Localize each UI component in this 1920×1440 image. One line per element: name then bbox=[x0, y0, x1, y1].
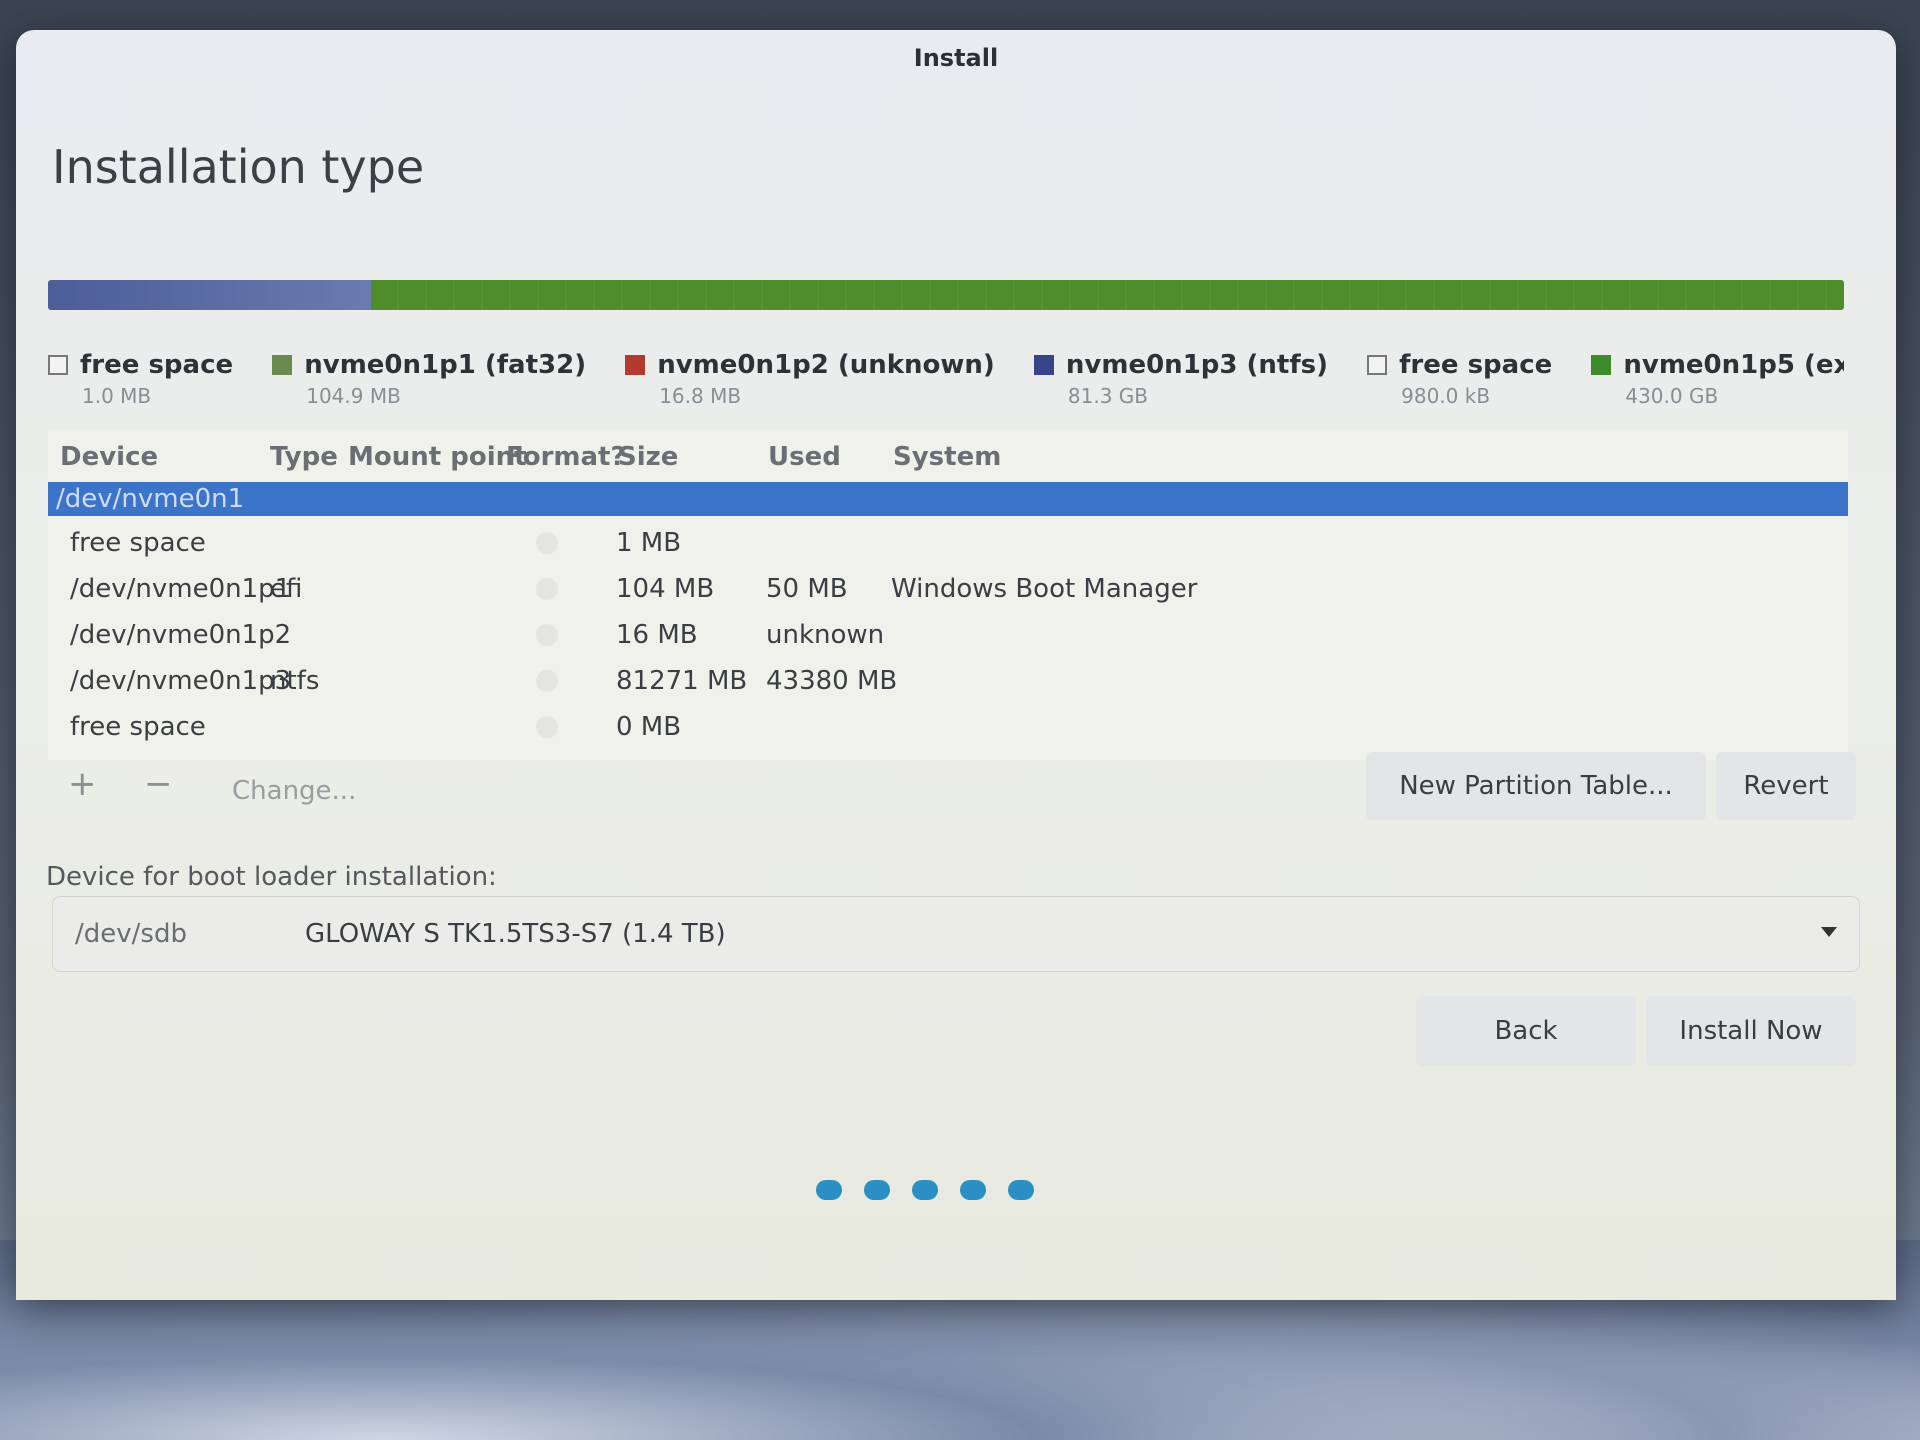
boot-loader-device-select[interactable]: /dev/sdb GLOWAY S TK1.5TS3-S7 (1.4 TB) bbox=[52, 896, 1860, 972]
new-partition-table-button[interactable]: New Partition Table... bbox=[1366, 752, 1706, 820]
table-header: Device Type Mount point Format? Size Use… bbox=[48, 430, 1848, 480]
disk-bar-segment-nvme0n1p5 bbox=[371, 280, 1844, 310]
disk-usage-bar bbox=[48, 280, 1844, 310]
swatch-icon bbox=[272, 355, 293, 375]
install-now-button[interactable]: Install Now bbox=[1646, 996, 1856, 1066]
format-checkbox[interactable] bbox=[536, 532, 558, 554]
table-row[interactable]: /dev/nvme0n1p3 ntfs 81271 MB 43380 MB bbox=[48, 658, 1848, 704]
window-title: Install bbox=[913, 44, 999, 72]
column-size[interactable]: Size bbox=[618, 442, 678, 472]
progress-dot bbox=[1008, 1180, 1034, 1200]
legend-item: free space 1.0 MB bbox=[48, 350, 233, 408]
disk-bar-segment-nvme0n1p3 bbox=[48, 280, 372, 310]
format-checkbox[interactable] bbox=[536, 716, 558, 738]
column-used[interactable]: Used bbox=[768, 442, 841, 472]
table-row[interactable]: free space 1 MB bbox=[48, 520, 1848, 566]
legend-item: free space 980.0 kB bbox=[1367, 350, 1552, 408]
boot-loader-label: Device for boot loader installation: bbox=[46, 862, 497, 892]
format-checkbox[interactable] bbox=[536, 578, 558, 600]
partition-table: Device Type Mount point Format? Size Use… bbox=[48, 430, 1848, 760]
progress-dot bbox=[960, 1180, 986, 1200]
column-system[interactable]: System bbox=[893, 442, 1001, 472]
chevron-down-icon bbox=[1821, 927, 1837, 937]
swatch-icon bbox=[48, 355, 68, 375]
progress-dot bbox=[912, 1180, 938, 1200]
format-checkbox[interactable] bbox=[536, 624, 558, 646]
swatch-icon bbox=[1033, 355, 1054, 375]
progress-dot bbox=[864, 1180, 890, 1200]
legend-item: nvme0n1p5 (ext4) 430.0 GB bbox=[1591, 350, 1844, 408]
table-row[interactable]: /dev/nvme0n1p1 efi 104 MB 50 MB Windows … bbox=[48, 566, 1848, 612]
boot-device-model: GLOWAY S TK1.5TS3-S7 (1.4 TB) bbox=[305, 919, 726, 949]
legend-item: nvme0n1p2 (unknown) 16.8 MB bbox=[625, 350, 995, 408]
swatch-icon bbox=[1367, 355, 1388, 375]
legend-item: nvme0n1p1 (fat32) 104.9 MB bbox=[272, 350, 586, 408]
column-mount-point[interactable]: Mount point bbox=[348, 442, 527, 472]
column-device[interactable]: Device bbox=[60, 442, 158, 472]
add-partition-button[interactable]: + bbox=[68, 764, 97, 804]
table-row[interactable]: /dev/nvme0n1p2 16 MB unknown bbox=[48, 612, 1848, 658]
boot-device-path: /dev/sdb bbox=[75, 919, 187, 949]
back-button[interactable]: Back bbox=[1416, 996, 1636, 1066]
partition-legend: free space 1.0 MB nvme0n1p1 (fat32) 104.… bbox=[48, 350, 1844, 420]
format-checkbox[interactable] bbox=[536, 670, 558, 692]
progress-dots bbox=[816, 1180, 1034, 1200]
swatch-icon bbox=[625, 355, 646, 375]
installer-window: Install Installation type free space 1.0… bbox=[16, 30, 1896, 1300]
column-format[interactable]: Format? bbox=[506, 442, 626, 472]
revert-button[interactable]: Revert bbox=[1716, 752, 1856, 820]
page-title: Installation type bbox=[52, 140, 425, 194]
table-row[interactable]: free space 0 MB bbox=[48, 704, 1848, 750]
change-partition-button[interactable]: Change... bbox=[232, 776, 356, 806]
table-row[interactable]: /dev/nvme0n1 bbox=[48, 482, 1848, 516]
column-type[interactable]: Type bbox=[270, 442, 338, 472]
legend-item: nvme0n1p3 (ntfs) 81.3 GB bbox=[1033, 350, 1328, 408]
remove-partition-button[interactable]: − bbox=[144, 764, 173, 804]
swatch-icon bbox=[1591, 355, 1612, 375]
progress-dot bbox=[816, 1180, 842, 1200]
